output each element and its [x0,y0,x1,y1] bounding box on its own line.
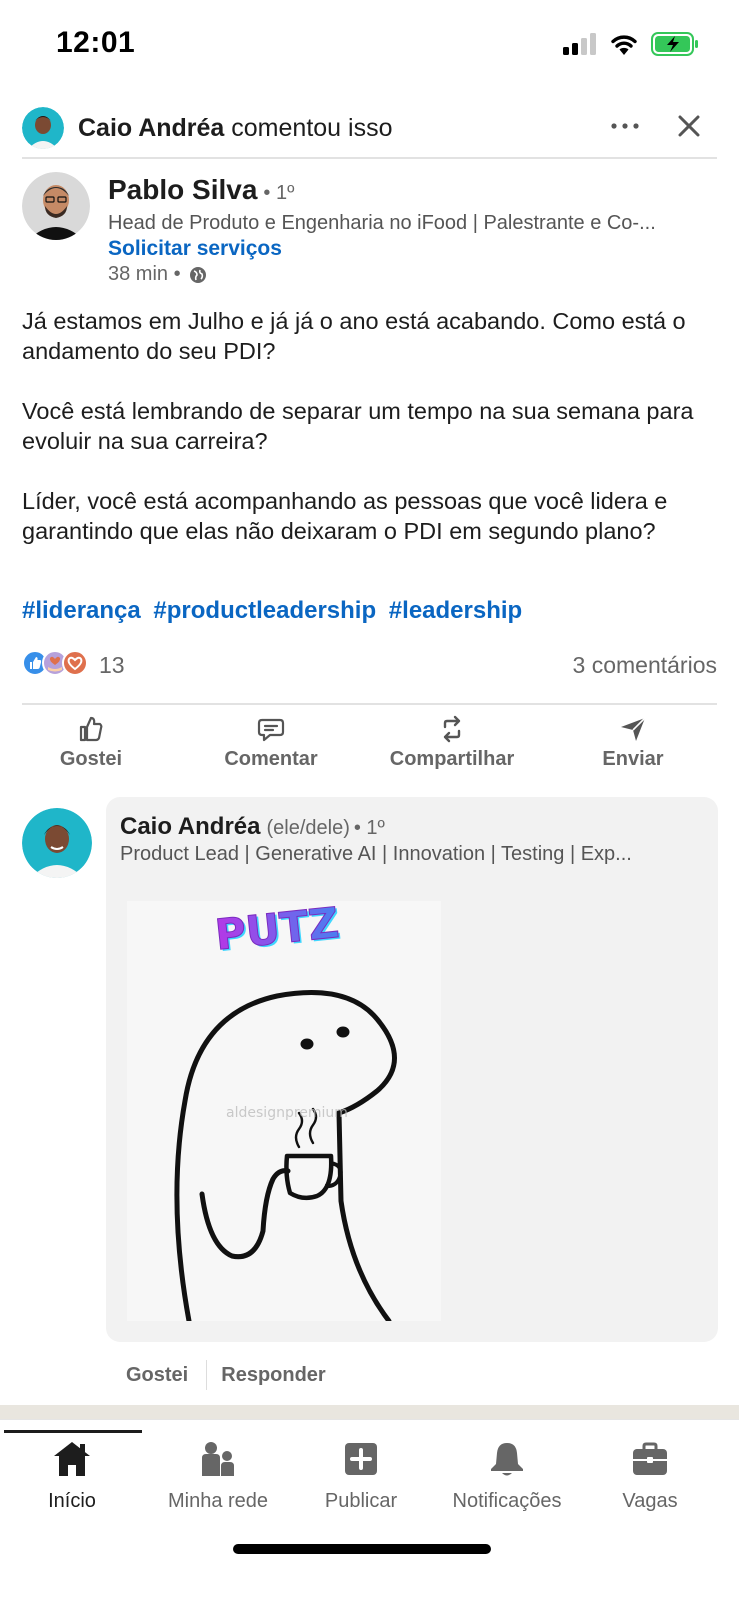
bottom-nav: Início Minha rede Publicar Notificações … [0,1419,739,1600]
status-bar: 12:01 [0,0,739,90]
post-paragraph: Já estamos em Julho e já já o ano está a… [22,308,686,364]
comment-like-button[interactable]: Gostei [126,1364,188,1387]
share-label: Compartilhar [389,748,515,770]
status-icons [563,32,699,56]
connection-degree: • 1º [263,182,295,204]
people-icon [202,1442,234,1476]
feed-separator [0,1405,739,1419]
ellipsis-icon [611,123,639,129]
send-icon [621,717,646,741]
nav-home[interactable]: Início [0,1438,147,1513]
status-time: 12:01 [56,26,136,59]
like-button[interactable]: Gostei [6,712,176,771]
home-indicator[interactable] [233,1544,491,1554]
reactions-row: 13 3 comentários [22,648,717,684]
reaction-icons[interactable] [22,650,88,680]
request-services-link[interactable]: Solicitar serviços [108,237,282,261]
activity-actor[interactable]: Caio Andréa [78,114,224,142]
nav-post[interactable]: Publicar [286,1438,436,1513]
sticker-text: PUTZ [213,901,341,960]
nav-network[interactable]: Minha rede [143,1438,293,1513]
hashtag-link[interactable]: #productleadership [153,597,376,624]
activity-header: Caio Andréa comentou isso [22,98,717,158]
connection-degree: • 1º [353,817,385,839]
post-paragraph: Você está lembrando de separar um tempo … [22,398,694,454]
nav-notifications[interactable]: Notificações [432,1438,582,1513]
active-tab-indicator [4,1430,142,1433]
close-button[interactable] [667,104,711,148]
post-time-text: 38 min • [108,263,181,285]
plus-square-icon [345,1443,377,1475]
comment-icon [257,718,285,742]
wifi-icon [611,35,637,55]
author-headline: Head de Produto e Engenharia no iFood | … [108,212,656,234]
activity-text: Caio Andréa comentou isso [78,114,392,143]
send-label: Enviar [602,748,664,770]
comment-actions: Gostei Responder [126,1360,326,1390]
hashtags: #liderança #productleadership #leadershi… [22,597,528,625]
comment-author-name[interactable]: Caio Andréa [120,813,260,840]
comment-author[interactable]: Caio Andréa (ele/dele) • 1º [120,813,385,841]
author-name[interactable]: Pablo Silva • 1º [108,174,294,206]
nav-label: Publicar [324,1490,398,1512]
comment-reply-button[interactable]: Responder [221,1364,325,1387]
divider [22,157,717,159]
comment-button[interactable]: Comentar [186,712,356,771]
bell-icon [491,1443,523,1476]
send-button[interactable]: Enviar [548,712,718,771]
more-options-button[interactable] [603,104,647,148]
divider [206,1360,208,1390]
close-icon [678,115,700,137]
comment-sticker-image[interactable]: PUTZ PUTZ aldesignpremium [127,901,441,1321]
nav-label: Notificações [452,1490,562,1512]
watermark-text: aldesignpremium [226,1105,348,1121]
repost-icon [443,715,461,743]
briefcase-icon [633,1442,667,1475]
reaction-count[interactable]: 13 [99,652,125,679]
divider [22,703,717,705]
avatar[interactable] [22,107,64,149]
nav-label: Minha rede [167,1490,269,1512]
hashtag-link[interactable]: #leadership [389,597,522,624]
comments-count[interactable]: 3 comentários [573,652,717,679]
nav-label: Vagas [622,1490,678,1512]
comment-label: Comentar [224,748,318,770]
avatar[interactable] [22,808,92,878]
avatar[interactable] [22,172,90,240]
share-button[interactable]: Compartilhar [367,712,537,771]
action-bar: Gostei Comentar Compartilhar Enviar [0,712,739,782]
post-body: Já estamos em Julho e já já o ano está a… [22,306,712,576]
like-label: Gostei [59,748,123,770]
post-paragraph: Líder, você está acompanhando as pessoas… [22,488,668,544]
thumbs-up-icon [79,716,103,742]
post-time: 38 min • [108,263,207,286]
author-name-text[interactable]: Pablo Silva [108,174,257,205]
home-icon [54,1442,90,1476]
love-reaction-icon [62,650,88,676]
cellular-signal-icon [563,33,596,55]
comment-headline: Product Lead | Generative AI | Innovatio… [120,843,632,865]
post-header: Pablo Silva • 1º Head de Produto e Engenh… [22,172,722,287]
comment-bubble: Caio Andréa (ele/dele) • 1º Product Lead |… [106,797,718,1342]
activity-action: comentou isso [231,113,393,142]
battery-charging-icon [651,32,698,56]
nav-jobs[interactable]: Vagas [575,1438,725,1513]
globe-icon [189,266,206,283]
hashtag-link[interactable]: #liderança [22,597,141,624]
pronouns: (ele/dele) [266,817,350,839]
nav-label: Início [48,1490,96,1512]
